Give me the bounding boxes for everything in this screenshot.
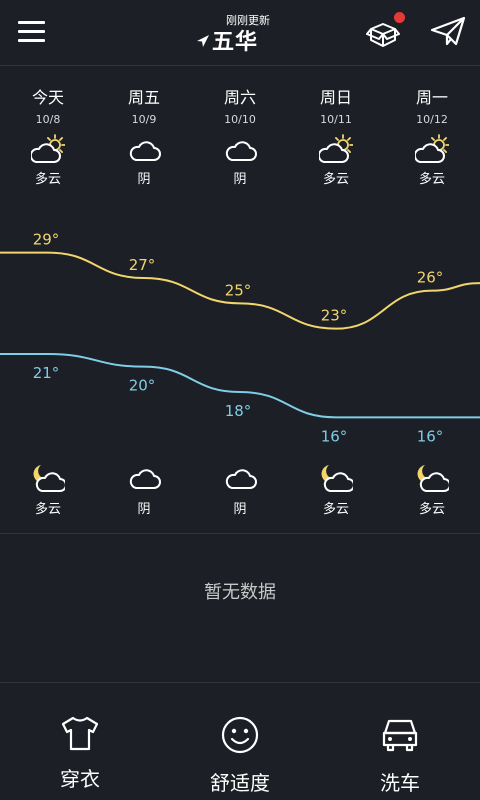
day-name: 今天 bbox=[31, 88, 64, 107]
high-temperature-label: 26° bbox=[417, 269, 444, 287]
day-date: 10/9 bbox=[131, 113, 157, 126]
location-title[interactable]: 刚刚更新 五华 bbox=[190, 10, 300, 58]
day-name: 周一 bbox=[415, 88, 448, 107]
tab-clothing[interactable]: 穿衣 bbox=[0, 683, 160, 800]
day-condition: 阴 bbox=[137, 172, 151, 187]
divider bbox=[0, 533, 480, 534]
city-name: 五华 bbox=[212, 30, 259, 55]
share-button[interactable] bbox=[430, 16, 466, 48]
day-column: 周一 10/12 多云 bbox=[384, 86, 480, 187]
cloudy-icon bbox=[223, 134, 257, 164]
send-icon bbox=[430, 16, 466, 46]
cloudy-icon bbox=[223, 462, 257, 492]
high-temperature-label: 27° bbox=[129, 256, 156, 274]
night-column: 多云 bbox=[288, 462, 384, 517]
smiley-icon bbox=[221, 716, 259, 754]
day-name: 周五 bbox=[127, 88, 160, 107]
day-condition: 阴 bbox=[233, 172, 247, 187]
day-condition: 多云 bbox=[322, 172, 349, 187]
tab-car-wash-label: 洗车 bbox=[380, 771, 420, 795]
partly-cloudy-day-icon bbox=[413, 134, 450, 164]
day-column: 今天 10/8 多云 bbox=[0, 86, 96, 187]
tab-comfort[interactable]: 舒适度 bbox=[160, 683, 320, 800]
menu-icon-bar bbox=[18, 21, 45, 24]
night-condition: 多云 bbox=[418, 502, 445, 517]
night-column: 多云 bbox=[384, 462, 480, 517]
location-arrow-icon bbox=[197, 35, 209, 47]
day-column: 周五 10/9 阴 bbox=[96, 86, 192, 187]
notification-badge bbox=[394, 12, 405, 23]
car-icon bbox=[382, 719, 418, 752]
tab-clothing-label: 穿衣 bbox=[60, 767, 100, 791]
day-column: 周六 10/10 阴 bbox=[192, 86, 288, 187]
day-name: 周日 bbox=[319, 88, 352, 107]
tshirt-icon bbox=[61, 716, 99, 751]
low-temperature-label: 16° bbox=[417, 427, 444, 445]
night-condition: 多云 bbox=[34, 502, 61, 517]
tab-comfort-label: 舒适度 bbox=[210, 771, 270, 795]
day-column: 周日 10/11 多云 bbox=[288, 86, 384, 187]
temperature-chart: 29° 27° 25° 23° 26° 21° 20° 18° 16° 16° bbox=[0, 231, 480, 445]
no-data-text: 暂无数据 bbox=[204, 582, 276, 603]
night-condition: 阴 bbox=[137, 502, 151, 517]
partly-cloudy-night-icon bbox=[319, 462, 355, 492]
day-condition: 多云 bbox=[34, 172, 61, 187]
night-column: 多云 bbox=[0, 462, 96, 517]
tab-car-wash[interactable]: 洗车 bbox=[320, 683, 480, 800]
low-temperature-label: 16° bbox=[321, 427, 348, 445]
day-name: 周六 bbox=[223, 88, 256, 107]
night-condition: 多云 bbox=[322, 502, 349, 517]
high-temperature-label: 29° bbox=[33, 231, 60, 249]
life-index-tabs: 穿衣 舒适度 洗车 bbox=[0, 683, 480, 800]
cloudy-icon bbox=[127, 134, 161, 164]
day-forecast-row: 今天 10/8 多云 周五 10/9 阴 周六 10/10 阴 周日 10/11 多云 周一 10/12 多… bbox=[0, 86, 480, 196]
box-button[interactable] bbox=[366, 12, 406, 50]
day-date: 10/8 bbox=[35, 113, 61, 126]
night-condition: 阴 bbox=[233, 502, 247, 517]
partly-cloudy-day-icon bbox=[317, 134, 354, 164]
menu-button[interactable] bbox=[18, 18, 46, 46]
high-temperature-label: 23° bbox=[321, 307, 348, 325]
top-bar: 刚刚更新 五华 bbox=[0, 0, 480, 66]
low-temperature-label: 20° bbox=[129, 377, 156, 395]
partly-cloudy-night-icon bbox=[415, 462, 451, 492]
partly-cloudy-night-icon bbox=[31, 462, 67, 492]
day-date: 10/10 bbox=[224, 113, 256, 126]
partly-cloudy-day-icon bbox=[29, 134, 66, 164]
day-condition: 多云 bbox=[418, 172, 445, 187]
day-date: 10/11 bbox=[320, 113, 352, 126]
day-date: 10/12 bbox=[416, 113, 448, 126]
night-forecast-row: 多云 阴 阴 多云 多云 bbox=[0, 462, 480, 532]
night-column: 阴 bbox=[192, 462, 288, 517]
menu-icon-bar bbox=[18, 39, 45, 42]
high-temperature-label: 25° bbox=[225, 281, 252, 299]
low-temperature-label: 18° bbox=[225, 402, 252, 420]
menu-icon-bar bbox=[18, 30, 45, 33]
low-temperature-label: 21° bbox=[33, 364, 60, 382]
cloudy-icon bbox=[127, 462, 161, 492]
night-column: 阴 bbox=[96, 462, 192, 517]
